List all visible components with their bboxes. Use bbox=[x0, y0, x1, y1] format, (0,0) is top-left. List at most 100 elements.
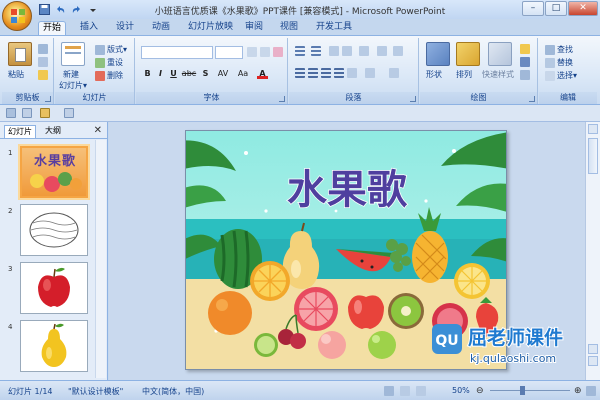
bullets-icon[interactable] bbox=[295, 46, 305, 56]
slide-thumbnail-4[interactable] bbox=[20, 320, 88, 372]
panel-close-button[interactable]: ✕ bbox=[94, 125, 102, 136]
undo-icon[interactable] bbox=[54, 3, 67, 16]
distributed-icon[interactable] bbox=[347, 68, 357, 78]
thumb-number: 1 bbox=[8, 149, 13, 157]
zoom-slider[interactable] bbox=[490, 390, 570, 391]
grow-font-icon[interactable] bbox=[247, 47, 257, 57]
char-spacing-button[interactable]: AV bbox=[215, 68, 231, 79]
shrink-font-icon[interactable] bbox=[260, 47, 270, 57]
bold-button[interactable]: B bbox=[142, 68, 153, 79]
align-left-icon[interactable] bbox=[295, 68, 305, 78]
slideshow-view-icon[interactable] bbox=[416, 386, 426, 396]
shape-outline-icon[interactable] bbox=[520, 57, 530, 67]
slide-thumbnail-2[interactable] bbox=[20, 204, 88, 256]
numbering-icon[interactable] bbox=[311, 46, 321, 56]
normal-view-icon[interactable] bbox=[384, 386, 394, 396]
layout-button[interactable]: 版式▾ bbox=[95, 44, 127, 55]
watermelon-outline-image bbox=[29, 212, 79, 248]
tab-view[interactable]: 视图 bbox=[276, 21, 302, 35]
drawing-dialog-launcher[interactable] bbox=[529, 96, 535, 102]
tab-developer[interactable]: 开发工具 bbox=[312, 21, 356, 35]
underline-button[interactable]: U bbox=[168, 68, 179, 79]
panel-scrollbar[interactable] bbox=[95, 140, 106, 378]
arrange-icon bbox=[456, 42, 480, 66]
scroll-thumb[interactable] bbox=[588, 138, 598, 174]
align-text-icon[interactable] bbox=[365, 68, 375, 78]
clipboard-dialog-launcher[interactable] bbox=[45, 96, 51, 102]
lemon-slice bbox=[454, 263, 490, 299]
binoculars-icon bbox=[545, 44, 555, 55]
tab-design[interactable]: 设计 bbox=[112, 21, 138, 35]
zoom-slider-thumb[interactable] bbox=[520, 386, 525, 395]
line-spacing-icon[interactable] bbox=[359, 46, 369, 56]
save-icon[interactable] bbox=[38, 3, 51, 16]
toolbar-icon-2[interactable] bbox=[22, 108, 32, 118]
clear-format-icon[interactable] bbox=[273, 47, 283, 57]
maximize-button[interactable]: □ bbox=[545, 1, 567, 16]
copy-icon[interactable] bbox=[38, 57, 48, 67]
customize-qat-icon[interactable] bbox=[86, 3, 99, 16]
editing-group: 查找 替换 选择▾ 编辑 bbox=[539, 38, 597, 104]
slide-thumbnail-1[interactable]: 水果歌 bbox=[20, 146, 88, 198]
toolbar-icon-4[interactable] bbox=[64, 108, 74, 118]
replace-button[interactable]: 替换 bbox=[545, 57, 573, 68]
font-color-button[interactable]: A bbox=[257, 68, 268, 79]
sorter-view-icon[interactable] bbox=[400, 386, 410, 396]
find-button[interactable]: 查找 bbox=[545, 44, 573, 55]
zoom-out-icon[interactable]: ⊖ bbox=[476, 386, 484, 396]
columns-icon[interactable] bbox=[393, 46, 403, 56]
shape-effects-icon[interactable] bbox=[520, 70, 530, 80]
zoom-in-icon[interactable]: ⊕ bbox=[574, 386, 582, 396]
text-direction-icon[interactable] bbox=[377, 46, 387, 56]
select-button[interactable]: 选择▾ bbox=[545, 70, 577, 81]
tab-home[interactable]: 开始 bbox=[38, 21, 67, 35]
reset-button[interactable]: 重设 bbox=[95, 57, 123, 68]
tab-slides[interactable]: 幻灯片 bbox=[4, 125, 36, 138]
office-button[interactable] bbox=[2, 1, 32, 31]
justify-icon[interactable] bbox=[334, 68, 344, 78]
shape-fill-icon[interactable] bbox=[520, 44, 530, 54]
cut-icon[interactable] bbox=[38, 44, 48, 54]
tab-insert[interactable]: 插入 bbox=[76, 21, 102, 35]
paragraph-dialog-launcher[interactable] bbox=[410, 96, 416, 102]
strikethrough-button[interactable]: abc bbox=[181, 68, 197, 79]
shapes-button[interactable]: 形状 bbox=[426, 69, 442, 80]
new-slide-icon bbox=[61, 42, 85, 66]
font-name-combo[interactable] bbox=[141, 46, 213, 59]
secondary-toolbar bbox=[0, 105, 600, 122]
delete-button[interactable]: 删除 bbox=[95, 70, 123, 81]
format-painter-icon[interactable] bbox=[38, 70, 48, 80]
italic-button[interactable]: I bbox=[155, 68, 166, 79]
toolbar-icon-1[interactable] bbox=[6, 108, 16, 118]
minimize-button[interactable]: – bbox=[522, 1, 544, 16]
decrease-indent-icon[interactable] bbox=[329, 46, 339, 56]
change-case-button[interactable]: Aa bbox=[235, 68, 251, 79]
tab-outline[interactable]: 大纲 bbox=[42, 125, 64, 138]
slide-thumbnail-3[interactable] bbox=[20, 262, 88, 314]
new-slide-label-1[interactable]: 新建 bbox=[63, 69, 79, 80]
tab-slideshow[interactable]: 幻灯片放映 bbox=[184, 21, 237, 35]
arrange-button[interactable]: 排列 bbox=[456, 69, 472, 80]
fit-window-icon[interactable] bbox=[586, 386, 596, 396]
drawing-group: 形状 排列 快速样式 绘图 bbox=[420, 38, 538, 104]
paste-button[interactable]: 粘贴 bbox=[8, 69, 24, 80]
scroll-up-icon[interactable] bbox=[588, 124, 598, 134]
slide-count: 幻灯片 1/14 bbox=[8, 387, 53, 396]
tab-animation[interactable]: 动画 bbox=[148, 21, 174, 35]
tab-review[interactable]: 审阅 bbox=[241, 21, 267, 35]
close-button[interactable]: ✕ bbox=[568, 1, 598, 16]
toolbar-icon-3[interactable] bbox=[40, 108, 50, 118]
window-controls: – □ ✕ bbox=[522, 1, 598, 16]
quick-styles-button[interactable]: 快速样式 bbox=[482, 69, 514, 80]
thumb-fruit bbox=[70, 178, 82, 190]
increase-indent-icon[interactable] bbox=[342, 46, 352, 56]
slide-title: 水果歌 bbox=[286, 166, 408, 214]
font-size-combo[interactable] bbox=[215, 46, 243, 59]
smartart-icon[interactable] bbox=[389, 68, 399, 78]
align-center-icon[interactable] bbox=[308, 68, 318, 78]
new-slide-label-2[interactable]: 幻灯片▾ bbox=[59, 80, 87, 91]
redo-icon[interactable] bbox=[70, 3, 83, 16]
shadow-button[interactable]: S bbox=[200, 68, 211, 79]
font-dialog-launcher[interactable] bbox=[279, 96, 285, 102]
align-right-icon[interactable] bbox=[321, 68, 331, 78]
